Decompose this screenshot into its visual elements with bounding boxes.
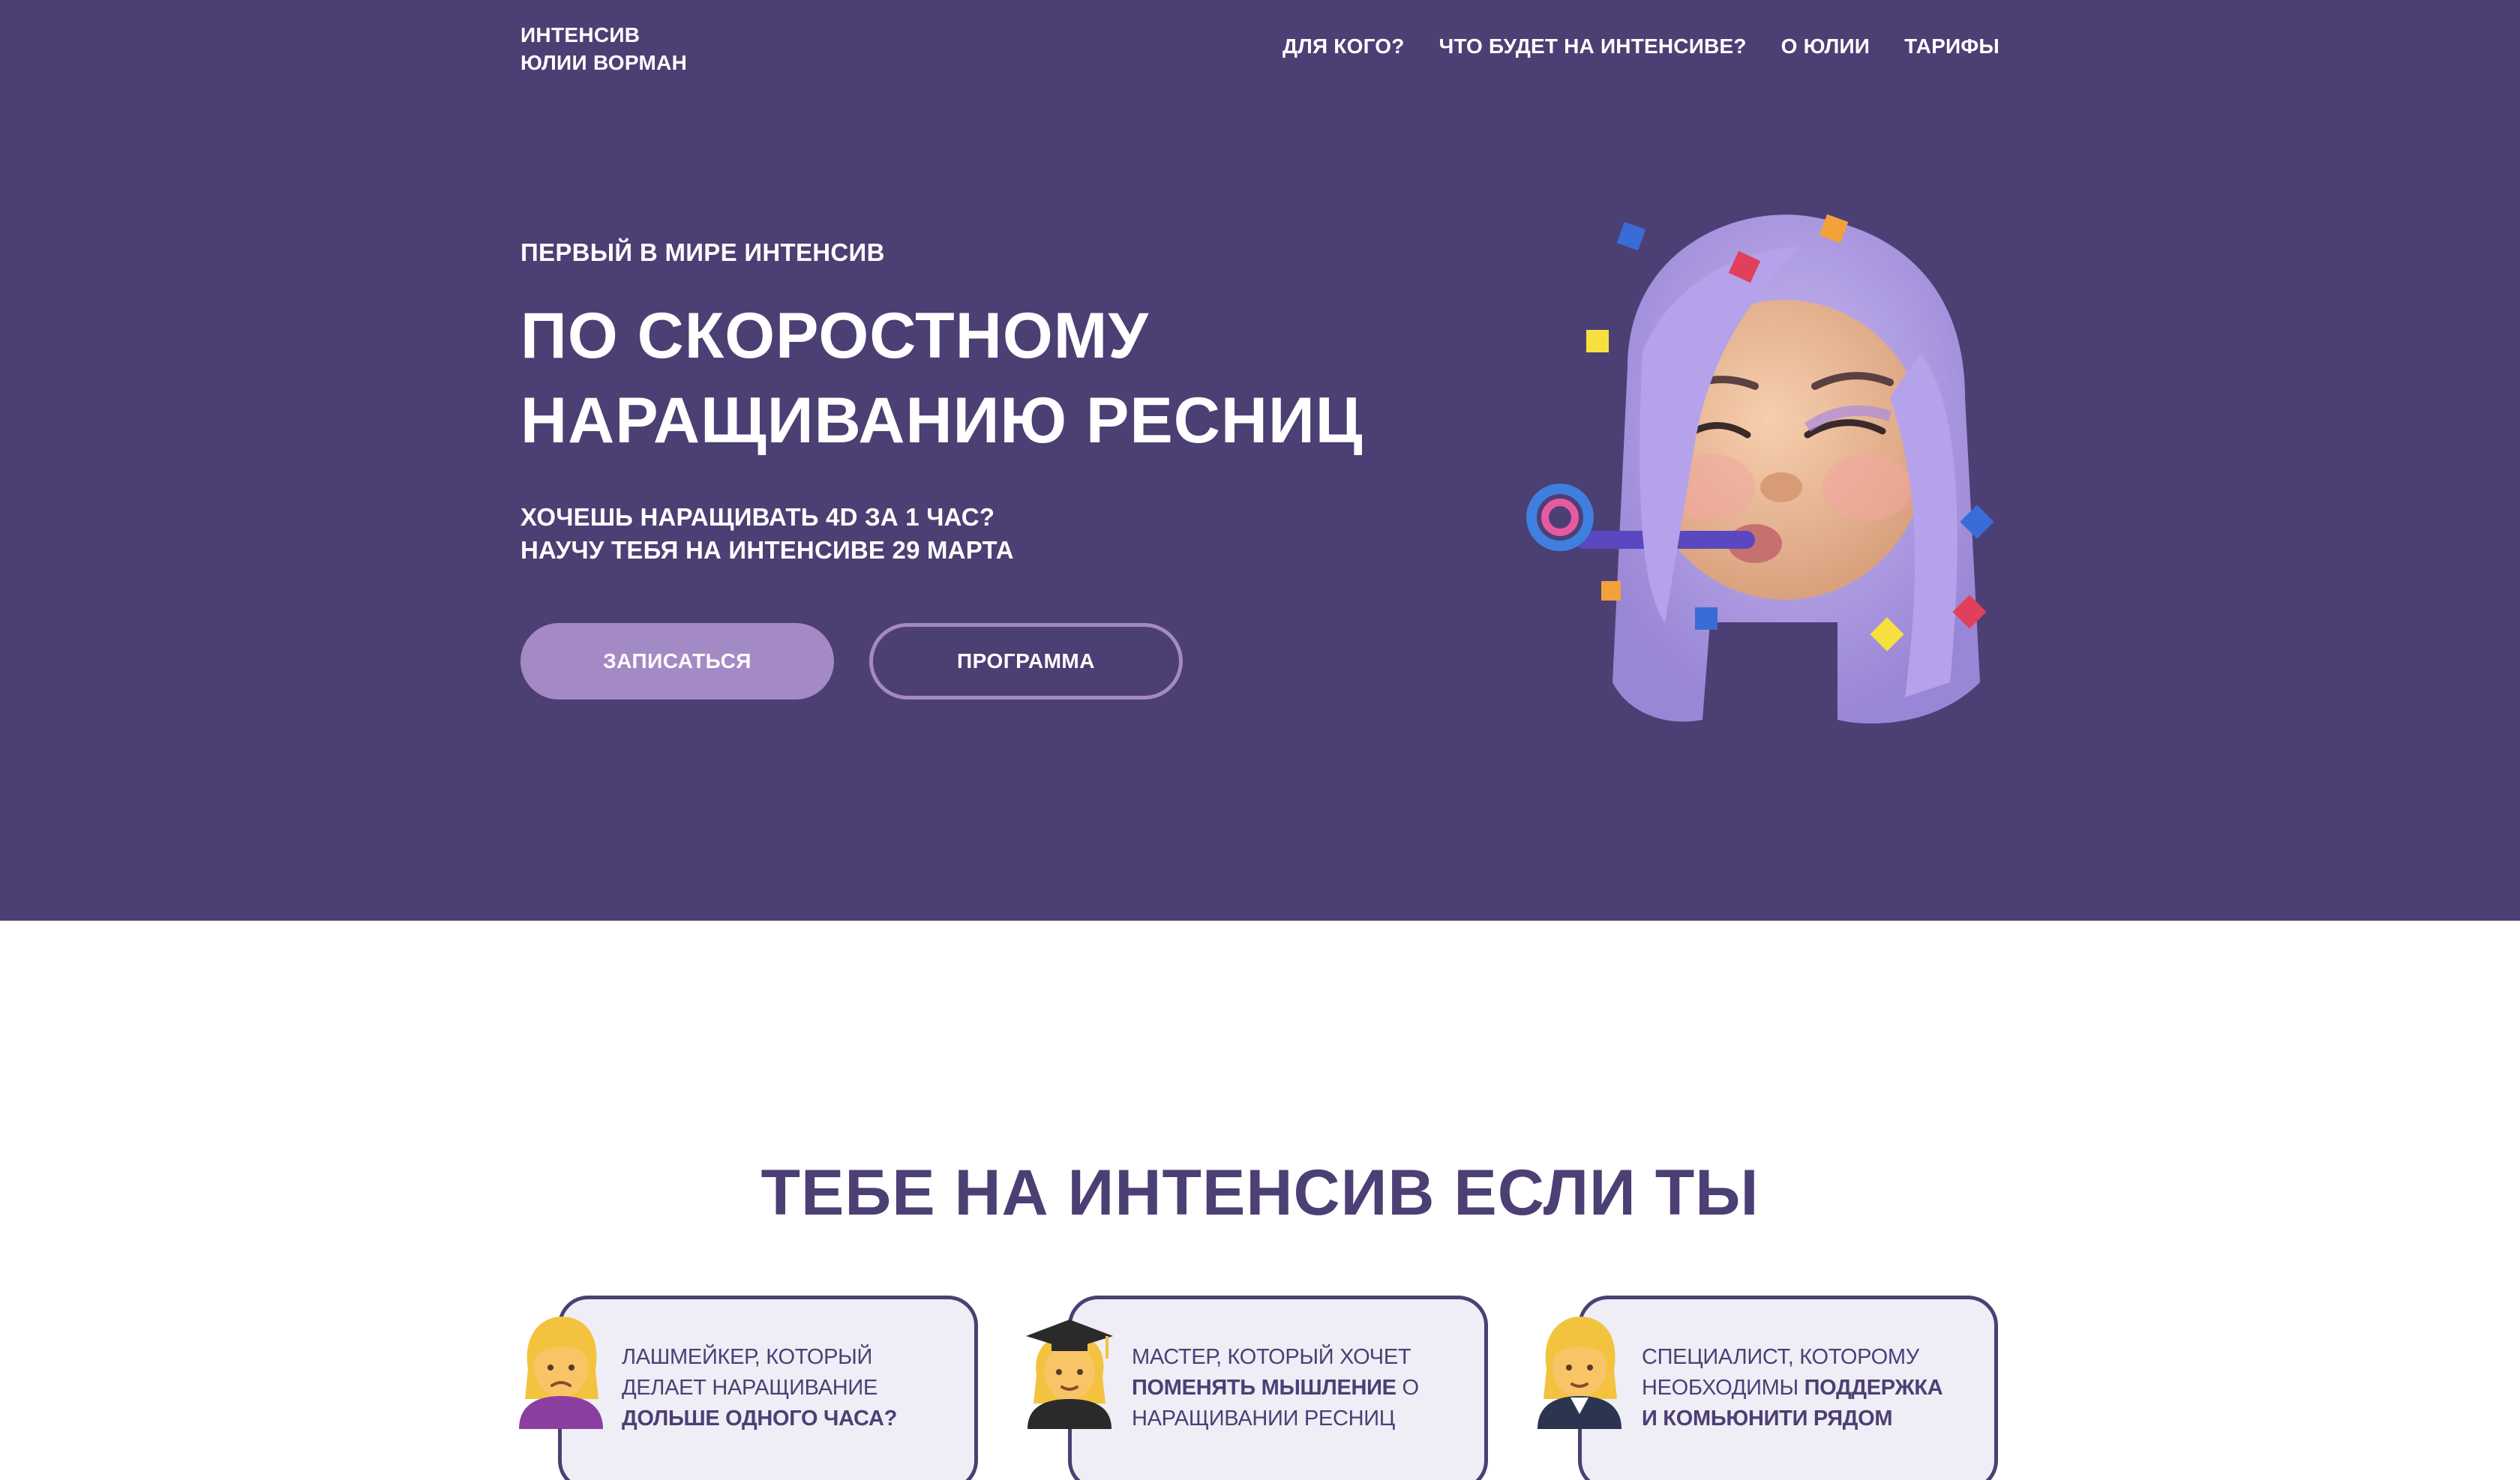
woman-frowning-emoji-icon bbox=[519, 1317, 603, 1429]
hero-kicker: ПЕРВЫЙ В МИРЕ ИНТЕНСИВ bbox=[520, 238, 885, 266]
card-highlight: ПОМЕНЯТЬ МЫШЛЕНИЕ bbox=[1132, 1376, 1396, 1400]
card-line: НАРАЩИВАНИИ РЕСНИЦ bbox=[1132, 1407, 1395, 1431]
card-text: ЛАШМЕЙКЕР, КОТОРЫЙ ДЕЛАЕТ НАРАЩИВАНИЕ ДО… bbox=[622, 1342, 967, 1434]
audience-card: СПЕЦИАЛИСТ, КОТОРОМУ НЕОБХОДИМЫ ПОДДЕРЖК… bbox=[1578, 1296, 1998, 1480]
subline-1: ХОЧЕШЬ НАРАЩИВАТЬ 4D ЗА 1 ЧАС? bbox=[520, 503, 995, 531]
audience-title: ТЕБЕ НА ИНТЕНСИВ ЕСЛИ ТЫ bbox=[760, 1157, 1760, 1229]
signup-button[interactable]: ЗАПИСАТЬСЯ bbox=[520, 623, 834, 700]
card-line: ЛАШМЕЙКЕР, КОТОРЫЙ bbox=[622, 1345, 873, 1369]
headline-line-1: ПО СКОРОСТНОМУ bbox=[520, 300, 1149, 372]
logo-line-2: ЮЛИИ ВОРМАН bbox=[520, 51, 688, 74]
audience-card: МАСТЕР, КОТОРЫЙ ХОЧЕТ ПОМЕНЯТЬ МЫШЛЕНИЕ … bbox=[1068, 1296, 1488, 1480]
card-line: СПЕЦИАЛИСТ, КОТОРОМУ bbox=[1642, 1345, 1919, 1369]
card-line: ДЕЛАЕТ НАРАЩИВАНИЕ bbox=[622, 1376, 878, 1400]
hero-headline: ПО СКОРОСТНОМУ НАРАЩИВАНИЮ РЕСНИЦ bbox=[520, 294, 1364, 463]
hero-subline: ХОЧЕШЬ НАРАЩИВАТЬ 4D ЗА 1 ЧАС? НАУЧУ ТЕБ… bbox=[520, 501, 1014, 567]
logo-line-1: ИНТЕНСИВ bbox=[520, 23, 640, 46]
nav-for-whom[interactable]: ДЛЯ КОГО? bbox=[1282, 34, 1405, 58]
nav-pricing[interactable]: ТАРИФЫ bbox=[1904, 34, 2000, 58]
card-text: СПЕЦИАЛИСТ, КОТОРОМУ НЕОБХОДИМЫ ПОДДЕРЖК… bbox=[1642, 1342, 1987, 1434]
card-text: МАСТЕР, КОТОРЫЙ ХОЧЕТ ПОМЕНЯТЬ МЫШЛЕНИЕ … bbox=[1132, 1342, 1477, 1434]
card-highlight: И КОМЬЮНИТИ РЯДОМ bbox=[1642, 1407, 1893, 1431]
nav-program[interactable]: ЧТО БУДЕТ НА ИНТЕНСИВЕ? bbox=[1439, 34, 1747, 58]
nav-about[interactable]: О ЮЛИИ bbox=[1781, 34, 1870, 58]
program-button[interactable]: ПРОГРАММА bbox=[869, 623, 1183, 700]
card-line: МАСТЕР, КОТОРЫЙ ХОЧЕТ bbox=[1132, 1345, 1412, 1369]
site-logo[interactable]: ИНТЕНСИВ ЮЛИИ ВОРМАН bbox=[520, 21, 687, 76]
hero-section: ИНТЕНСИВ ЮЛИИ ВОРМАН ДЛЯ КОГО? ЧТО БУДЕТ… bbox=[0, 0, 2520, 921]
audience-card: ЛАШМЕЙКЕР, КОТОРЫЙ ДЕЛАЕТ НАРАЩИВАНИЕ ДО… bbox=[558, 1296, 978, 1480]
card-line-tail: О bbox=[1396, 1376, 1419, 1400]
card-highlight: ПОДДЕРЖКА bbox=[1804, 1376, 1943, 1400]
memoji-party-avatar-icon bbox=[1526, 214, 1994, 724]
card-line: НЕОБХОДИМЫ bbox=[1642, 1376, 1804, 1400]
main-nav: ДЛЯ КОГО? ЧТО БУДЕТ НА ИНТЕНСИВЕ? О ЮЛИИ… bbox=[1282, 34, 2000, 58]
card-highlight: ДОЛЬШЕ ОДНОГО ЧАСА? bbox=[622, 1407, 898, 1431]
subline-2: НАУЧУ ТЕБЯ НА ИНТЕНСИВЕ 29 МАРТА bbox=[520, 536, 1014, 564]
headline-line-2: НАРАЩИВАНИЮ РЕСНИЦ bbox=[520, 385, 1364, 457]
woman-office-worker-emoji-icon bbox=[1538, 1317, 1622, 1429]
woman-student-emoji-icon bbox=[1026, 1320, 1113, 1429]
